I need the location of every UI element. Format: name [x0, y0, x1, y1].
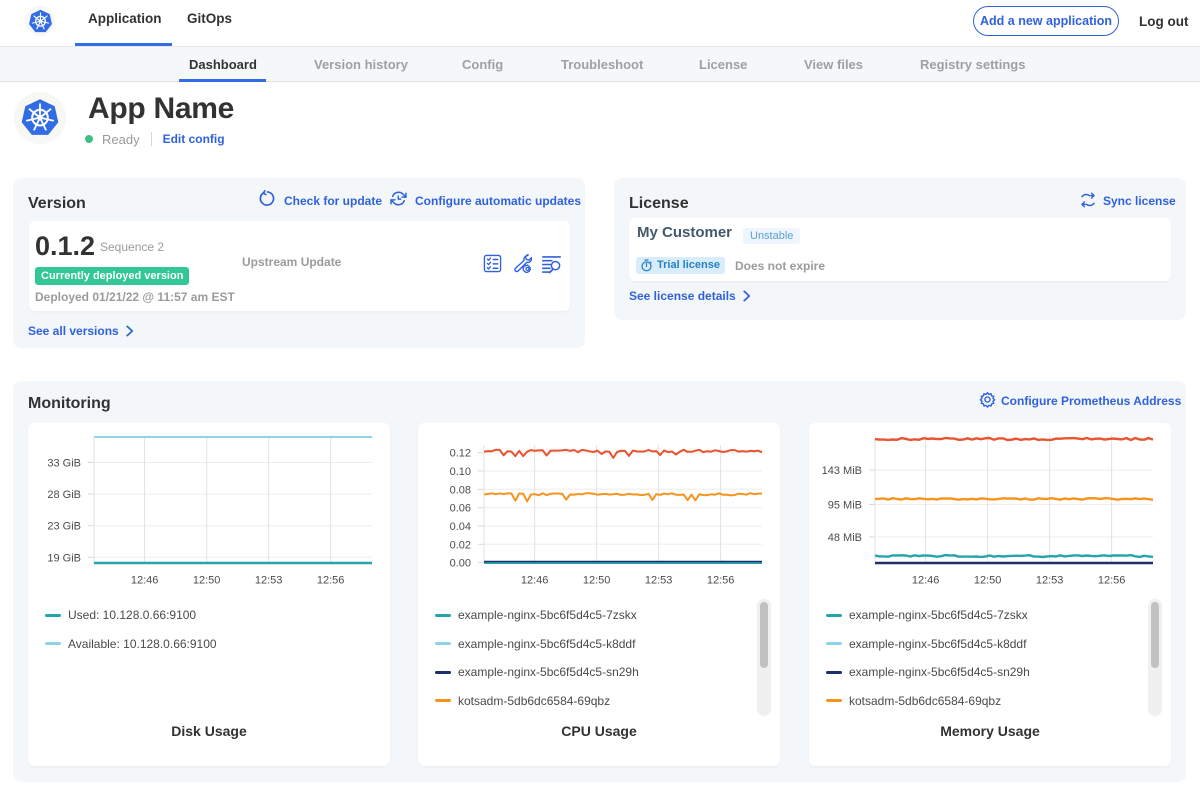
- svg-text:0.04: 0.04: [450, 521, 471, 533]
- svg-text:23 GiB: 23 GiB: [47, 521, 81, 533]
- svg-text:12:53: 12:53: [645, 575, 673, 587]
- svg-text:48 MiB: 48 MiB: [828, 532, 862, 544]
- svg-text:0.00: 0.00: [450, 558, 471, 570]
- svg-text:95 MiB: 95 MiB: [828, 500, 862, 512]
- svg-text:0.02: 0.02: [450, 539, 471, 551]
- svg-text:12:53: 12:53: [1036, 575, 1064, 587]
- svg-text:12:50: 12:50: [193, 575, 221, 587]
- svg-text:0.06: 0.06: [450, 503, 471, 515]
- svg-text:0.08: 0.08: [450, 484, 471, 496]
- svg-text:0.10: 0.10: [450, 466, 471, 478]
- svg-text:12:53: 12:53: [255, 575, 283, 587]
- svg-text:12:56: 12:56: [707, 575, 735, 587]
- svg-text:12:50: 12:50: [583, 575, 611, 587]
- svg-text:33 GiB: 33 GiB: [47, 458, 81, 470]
- svg-text:28 GiB: 28 GiB: [47, 489, 81, 501]
- svg-text:12:46: 12:46: [131, 575, 159, 587]
- svg-text:12:56: 12:56: [317, 575, 345, 587]
- svg-text:12:46: 12:46: [521, 575, 549, 587]
- svg-text:0.12: 0.12: [450, 448, 471, 460]
- svg-text:143 MiB: 143 MiB: [822, 465, 862, 477]
- svg-text:12:50: 12:50: [974, 575, 1002, 587]
- svg-text:12:56: 12:56: [1098, 575, 1126, 587]
- svg-text:12:46: 12:46: [912, 575, 940, 587]
- svg-text:19 GiB: 19 GiB: [47, 552, 81, 564]
